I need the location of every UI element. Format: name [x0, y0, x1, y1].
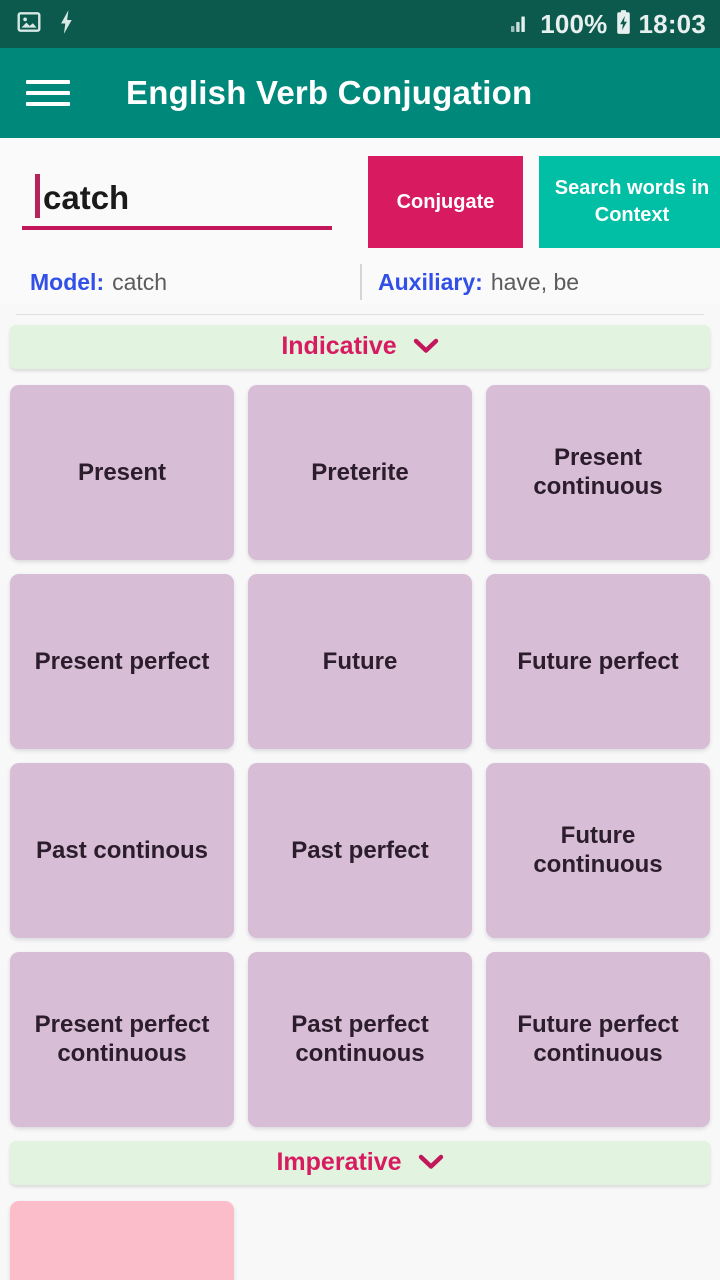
status-bar: 100% 18:03: [0, 0, 720, 48]
tense-card[interactable]: Past perfect continuous: [248, 951, 472, 1127]
app-bar: English Verb Conjugation: [0, 48, 720, 138]
tense-card[interactable]: Imperative: [10, 1200, 234, 1280]
search-panel: catch Conjugate Search words in Context: [0, 138, 720, 248]
bolt-icon: [58, 9, 75, 40]
battery-charging-icon: [615, 9, 632, 40]
battery-percent-label: 100%: [540, 9, 608, 39]
clock-label: 18:03: [638, 9, 706, 39]
model-label: Model:: [30, 268, 105, 295]
tense-card[interactable]: Present: [10, 384, 234, 560]
tense-card[interactable]: Present continuous: [486, 384, 710, 560]
group-title-imperative: Imperative: [276, 1148, 402, 1177]
signal-bars-icon: [509, 10, 533, 39]
search-words-in-context-button[interactable]: Search words in Context: [539, 156, 720, 248]
model-value: catch: [112, 268, 168, 295]
tense-card[interactable]: Preterite: [248, 384, 472, 560]
verb-meta-row: Model: catch Auxiliary: have, be: [0, 248, 720, 304]
tense-label: Present: [77, 458, 167, 486]
tense-card[interactable]: Future continuous: [486, 762, 710, 938]
tense-label: Present perfect continuous: [34, 1010, 210, 1068]
text-cursor: [35, 174, 40, 218]
status-bar-right: 100% 18:03: [509, 9, 706, 40]
verb-input[interactable]: catch: [22, 168, 332, 230]
tense-label: Future: [322, 647, 398, 675]
image-icon: [16, 9, 42, 40]
group-header-indicative[interactable]: Indicative: [10, 324, 710, 369]
hamburger-menu-icon[interactable]: [26, 70, 72, 116]
tense-label: Past perfect continuous: [291, 1010, 429, 1068]
conjugation-list: Indicative Present Preterite Present con…: [0, 315, 720, 1280]
status-bar-left: [16, 9, 75, 40]
auxiliary-value: have, be: [490, 268, 580, 295]
tense-label: Future perfect: [517, 647, 679, 675]
tense-label: Future perfect continuous: [517, 1010, 679, 1068]
tense-card[interactable]: Present perfect continuous: [10, 951, 234, 1127]
tense-label: Past continous: [35, 836, 209, 864]
model-info: Model: catch: [14, 269, 360, 296]
group-header-imperative[interactable]: Imperative: [10, 1140, 710, 1185]
tense-grid-imperative: Imperative: [10, 1200, 710, 1280]
tense-card[interactable]: Future: [248, 573, 472, 749]
tense-label: Preterite: [311, 458, 409, 486]
tense-card[interactable]: Past perfect: [248, 762, 472, 938]
chevron-down-icon: [413, 338, 439, 359]
page-title: English Verb Conjugation: [126, 74, 533, 111]
tense-label: Present continuous: [533, 443, 663, 501]
action-buttons: Conjugate Search words in Context: [368, 152, 720, 248]
chevron-down-icon: [418, 1154, 444, 1175]
tense-label: Present perfect: [34, 647, 210, 675]
tense-label: Past perfect: [291, 836, 429, 864]
tense-card[interactable]: Present perfect: [10, 573, 234, 749]
auxiliary-label: Auxiliary:: [378, 268, 483, 295]
auxiliary-info: Auxiliary: have, be: [362, 269, 579, 296]
tense-grid-indicative: Present Preterite Present continuous Pre…: [10, 384, 710, 1127]
conjugate-button[interactable]: Conjugate: [368, 156, 523, 248]
tense-card[interactable]: Past continous: [10, 762, 234, 938]
verb-input-wrapper: catch: [14, 152, 332, 230]
app-screen: 100% 18:03 English Verb Conjugation catc…: [0, 0, 720, 1280]
group-title-indicative: Indicative: [281, 332, 397, 361]
tense-card[interactable]: Future perfect: [486, 573, 710, 749]
tense-label: Future continuous: [533, 821, 663, 879]
tense-card[interactable]: Future perfect continuous: [486, 951, 710, 1127]
